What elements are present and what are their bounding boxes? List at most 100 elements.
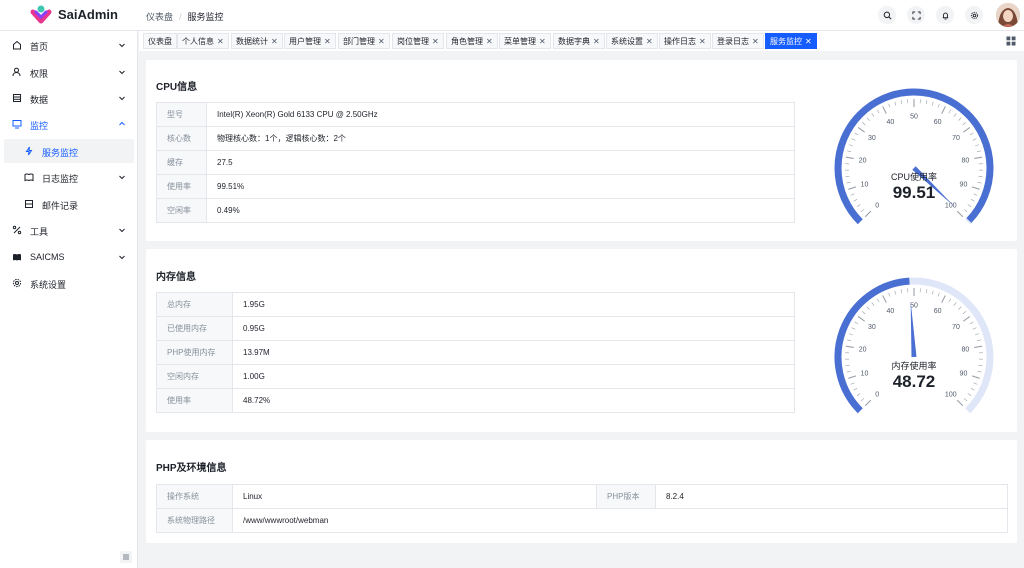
close-icon[interactable]: ✕ — [378, 37, 385, 46]
gauge-minor-tick — [973, 382, 978, 385]
table-row: 空闲率 0.49% — [156, 198, 795, 223]
sidebar-item-home[interactable]: 首页 — [4, 33, 134, 57]
close-icon[interactable]: ✕ — [432, 37, 439, 46]
gauge-minor-tick — [854, 132, 859, 136]
sidebar-item-system-settings[interactable]: 系统设置 — [4, 271, 134, 295]
gauge-tick-label: 40 — [886, 308, 894, 315]
gauge-tick-label: 0 — [875, 391, 879, 398]
close-icon[interactable]: ✕ — [593, 37, 600, 46]
row-value: 1.95G — [232, 292, 795, 317]
cpu-info-table: 型号 Intel(R) Xeon(R) Gold 6133 CPU @ 2.50G… — [156, 102, 795, 223]
gauge-tick-label: 90 — [960, 182, 968, 189]
user-avatar[interactable] — [996, 3, 1020, 27]
table-row: PHP使用内存 13.97M — [156, 340, 795, 365]
tab-dashboard[interactable]: 仪表盘 — [143, 33, 177, 49]
sidebar-item-log-monitor[interactable]: 日志监控 — [4, 165, 134, 189]
sidebar-item-server-monitor[interactable]: 服务监控 — [4, 139, 134, 163]
saiadmin-logo-icon[interactable] — [30, 4, 52, 26]
book-icon — [24, 173, 34, 182]
settings-icon — [12, 278, 22, 288]
tab-statistics[interactable]: 数据统计 ✕ — [231, 33, 283, 49]
close-icon[interactable]: ✕ — [805, 37, 812, 46]
tab-login-log[interactable]: 登录日志 ✕ — [712, 33, 764, 49]
gauge-major-tick — [956, 399, 964, 407]
tab-role-management[interactable]: 角色管理 ✕ — [446, 33, 498, 49]
gauge-minor-tick — [962, 122, 966, 126]
gauge-minor-tick — [846, 370, 851, 373]
fullscreen-button[interactable] — [907, 6, 925, 24]
breadcrumb-item[interactable]: 仪表盘 — [146, 12, 173, 22]
tab-profile[interactable]: 个人信息 ✕ — [177, 33, 229, 49]
gauge-minor-tick — [937, 292, 940, 297]
gauge-minor-tick — [876, 298, 880, 303]
tab-dictionary[interactable]: 数据字典 ✕ — [553, 33, 605, 49]
thunder-icon — [25, 146, 33, 156]
row-value: 99.51% — [206, 174, 795, 199]
sidebar-item-data[interactable]: 数据 — [4, 86, 134, 110]
gauge-minor-tick — [894, 101, 897, 106]
row-value: 48.72% — [232, 388, 795, 413]
tab-user-management[interactable]: 用户管理 ✕ — [284, 33, 336, 49]
tab-menu-management[interactable]: 菜单管理 ✕ — [499, 33, 551, 49]
notification-button[interactable] — [936, 6, 954, 24]
row-value: 0.95G — [232, 316, 795, 341]
gauge-major-tick — [882, 295, 887, 303]
gauge-tick-label: 60 — [934, 119, 942, 126]
gauge-minor-tick — [931, 101, 934, 106]
sidebar-item-tools[interactable]: 工具 — [4, 218, 134, 242]
gauge-progress — [834, 277, 910, 414]
sidebar-item-mail-log[interactable]: 邮件记录 — [4, 192, 134, 216]
close-icon[interactable]: ✕ — [217, 37, 224, 46]
tab-system-settings[interactable]: 系统设置 ✕ — [606, 33, 658, 49]
sidebar-item-saicms[interactable]: SAICMS — [4, 245, 134, 269]
gauge-tick-label: 40 — [886, 119, 894, 126]
sidebar-item-monitor[interactable]: 监控 — [4, 112, 134, 136]
sidebar-item-label: SAICMS — [30, 252, 65, 262]
tab-operation-log[interactable]: 操作日志 ✕ — [659, 33, 711, 49]
sidebar-item-permission[interactable]: 权限 — [4, 60, 134, 84]
gauge-minor-tick — [888, 292, 891, 297]
path-value: /www/wwwroot/webman — [232, 508, 1008, 533]
brand-name: SaiAdmin — [58, 7, 118, 22]
gauge-needle — [910, 301, 917, 358]
gauge-major-tick — [848, 186, 857, 190]
close-icon[interactable]: ✕ — [271, 37, 278, 46]
gauge-minor-tick — [969, 132, 974, 136]
avatar-image — [996, 3, 1020, 27]
gauge-minor-tick — [856, 393, 861, 397]
row-label: 已使用内存 — [156, 316, 233, 341]
gauge-major-tick — [971, 186, 980, 190]
close-icon[interactable]: ✕ — [486, 37, 493, 46]
row-label: 总内存 — [156, 292, 233, 317]
gauge-minor-tick — [850, 193, 855, 196]
table-row: 空闲内存 1.00G — [156, 364, 795, 389]
gauge-minor-tick — [845, 175, 850, 177]
php-version-label: PHP版本 — [596, 484, 656, 509]
close-icon[interactable]: ✕ — [752, 37, 759, 46]
sidebar-item-label: 日志监控 — [42, 174, 79, 184]
tab-label: 登录日志 — [717, 36, 749, 46]
tab-label: 用户管理 — [289, 36, 321, 46]
cpu-info-card: CPU信息 型号 Intel(R) Xeon(R) Gold 6133 CPU @… — [146, 60, 1017, 241]
close-icon[interactable]: ✕ — [324, 37, 331, 46]
close-icon[interactable]: ✕ — [646, 37, 653, 46]
settings-button[interactable] — [965, 6, 983, 24]
grid-menu-icon[interactable] — [1006, 36, 1016, 46]
tab-post-management[interactable]: 岗位管理 ✕ — [392, 33, 444, 49]
gauge-minor-tick — [948, 298, 952, 303]
search-button[interactable] — [878, 6, 896, 24]
sidebar-collapse-button[interactable] — [120, 551, 132, 563]
tab-server-monitor[interactable]: 服务监控 ✕ — [765, 33, 817, 49]
gauge-minor-tick — [866, 306, 870, 310]
close-icon[interactable]: ✕ — [539, 37, 546, 46]
row-value: 0.49% — [206, 198, 795, 223]
gauge-minor-tick — [978, 175, 983, 177]
gauge-minor-tick — [972, 138, 977, 141]
table-row: 核心数 物理核心数：1个，逻辑核心数：2个 — [156, 126, 795, 151]
tab-department-management[interactable]: 部门管理 ✕ — [338, 33, 390, 49]
gauge-minor-tick — [866, 117, 870, 121]
gauge-major-tick — [857, 315, 865, 322]
chevron-down-icon — [119, 70, 125, 75]
gauge-value: 99.51 — [893, 183, 936, 202]
close-icon[interactable]: ✕ — [699, 37, 706, 46]
